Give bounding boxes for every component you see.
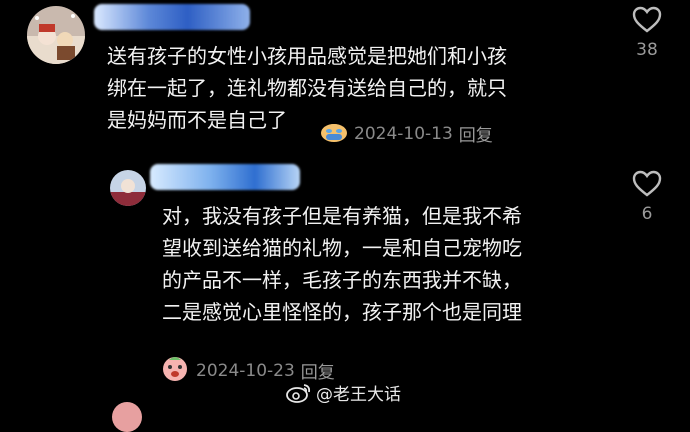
reply-commenter-avatar[interactable]	[110, 170, 146, 206]
commenter-name-redacted[interactable]	[94, 4, 250, 30]
comment-meta: 2024-10-13 回复	[320, 119, 493, 148]
commenter-avatar[interactable]	[27, 6, 85, 64]
like-button[interactable]: 38	[627, 6, 667, 60]
next-commenter-avatar[interactable]	[112, 402, 142, 432]
shocked-face-icon	[160, 354, 190, 387]
like-count: 38	[636, 40, 658, 60]
reply-date: 2024-10-23	[196, 360, 295, 381]
reply-commenter-name-redacted[interactable]	[150, 164, 300, 190]
reply-text: 对，我没有孩子但是有养猫，但是我不希 望收到送给猫的礼物，一是和自己宠物吃 的产…	[162, 204, 522, 324]
like-button[interactable]: 6	[627, 170, 667, 224]
watermark-text: @老王大话	[316, 385, 401, 405]
reply-button[interactable]: 回复	[459, 121, 493, 146]
weibo-icon	[286, 383, 311, 403]
watermark: @老王大话	[286, 380, 401, 405]
comment-date: 2024-10-13	[354, 123, 453, 144]
like-count: 6	[641, 204, 653, 224]
heart-outline-icon	[632, 170, 662, 197]
crying-face-icon	[320, 119, 348, 148]
heart-outline-icon	[632, 6, 662, 33]
